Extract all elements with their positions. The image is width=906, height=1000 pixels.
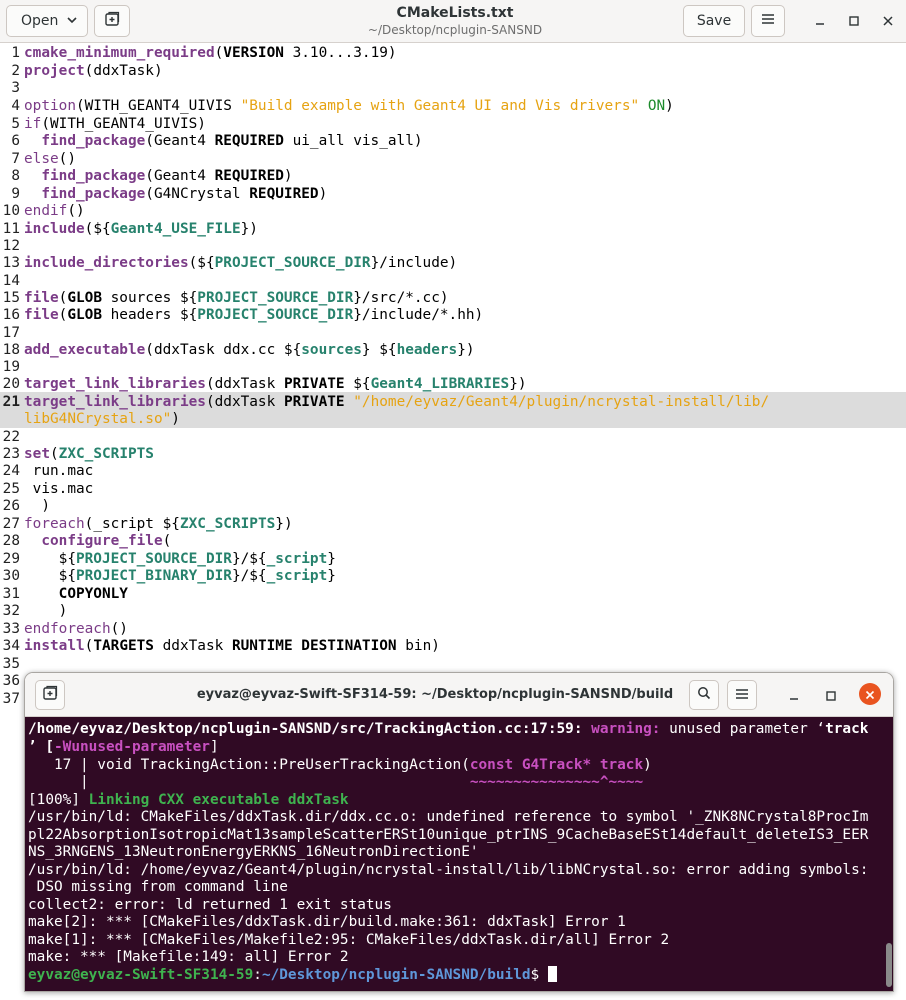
terminal-line: 17 | void TrackingAction::PreUserTrackin… [28,757,652,773]
terminal-line: pl22AbsorptionIsotropicMat13sampleScatte… [28,827,869,843]
terminal-close-button[interactable] [859,683,881,705]
code-line: option(WITH_GEANT4_UIVIS "Build example … [24,98,674,114]
terminal-title: eyvaz@eyvaz-Swift-SF314-59: ~/Desktop/nc… [196,687,674,702]
code-line: ${PROJECT_SOURCE_DIR}/${_script} [24,551,336,567]
code-line: if(WITH_GEANT4_UIVIS) [24,116,206,132]
maximize-icon [849,11,859,30]
terminal-line: /home/eyvaz/Desktop/ncplugin-SANSND/src/… [28,721,869,737]
open-button[interactable]: Open [6,5,88,37]
terminal-line: make[1]: *** [CMakeFiles/Makefile2:95: C… [28,932,670,948]
line-number: 35 [2,656,20,672]
code-line: ) [24,603,68,619]
code-line: configure_file( [41,533,172,549]
terminal-prompt[interactable]: eyvaz@eyvaz-Swift-SF314-59:~/Desktop/ncp… [28,966,557,984]
save-button[interactable]: Save [683,5,745,37]
code-line: file(GLOB headers ${PROJECT_SOURCE_DIR}/… [24,307,484,323]
line-number: 3 [11,80,20,96]
maximize-icon [826,686,836,705]
text-cursor [547,966,557,982]
code-line: include_directories(${PROJECT_SOURCE_DIR… [24,255,458,271]
code-line: find_package(Geant4 REQUIRED) [41,168,293,184]
close-icon [883,11,893,30]
line-number: 12 [2,238,20,254]
code-line: find_package(Geant4 REQUIRED ui_all vis_… [41,133,423,149]
open-button-label: Open [21,13,59,29]
code-line: cmake_minimum_required(VERSION 3.10...3.… [24,45,397,61]
line-number: 17 [2,325,20,341]
terminal-window[interactable]: eyvaz@eyvaz-Swift-SF314-59: ~/Desktop/nc… [24,672,894,992]
terminal-line: /usr/bin/ld: /home/eyvaz/Geant4/plugin/n… [28,862,869,878]
editor-headerbar: Open CMakeLists.txt ~/Desktop/ncplugin-S… [0,0,906,43]
terminal-output[interactable]: /home/eyvaz/Desktop/ncplugin-SANSND/src/… [25,717,893,991]
code-line: file(GLOB sources ${PROJECT_SOURCE_DIR}/… [24,290,449,306]
new-document-button[interactable] [94,5,130,37]
code-line: set(ZXC_SCRIPTS [24,446,154,462]
code-line: endforeach() [24,621,128,637]
menu-icon [761,13,775,29]
close-icon [865,685,875,704]
code-line: vis.mac [24,481,94,497]
terminal-line: make: *** [Makefile:149: all] Error 2 [28,949,349,965]
close-button[interactable] [876,8,900,32]
new-terminal-tab-button[interactable] [35,680,65,710]
terminal-line: ’ [-Wunused-parameter] [28,739,219,755]
code-line: foreach(_script ${ZXC_SCRIPTS}) [24,516,293,532]
terminal-maximize-button[interactable] [819,683,843,707]
terminal-line: [100%] Linking CXX executable ddxTask [28,792,349,808]
terminal-line: NS_3RNGENS_13NeutronEnergyERKNS_16Neutro… [28,844,479,860]
new-tab-icon [104,11,120,31]
minimize-icon [815,11,825,30]
code-line: ) [24,498,50,514]
document-path: ~/Desktop/ncplugin-SANSND [367,23,543,37]
code-line: run.mac [24,463,94,479]
text-editor[interactable]: 1 2 3 4 5 6 7 8 9 10 11 12 13 14 15 16 17 18 19 20 21 22 23 24 2… [0,44,906,707]
code-line: install(TARGETS ddxTask RUNTIME DESTINAT… [24,638,440,654]
code-line: else() [24,151,76,167]
line-number: 19 [2,359,20,375]
terminal-line: DSO missing from command line [28,879,288,895]
line-number: 22 [2,429,20,445]
terminal-line: | ~~~~~~~~~~~~~~~^~~~~ [28,774,644,790]
terminal-menu-button[interactable] [727,680,757,710]
document-title: CMakeLists.txt [396,5,514,21]
code-line: add_executable(ddxTask ddx.cc ${sources}… [24,342,475,358]
line-number: 14 [2,273,20,289]
terminal-line: make[2]: *** [CMakeFiles/ddxTask.dir/bui… [28,914,626,930]
menu-icon [735,686,749,704]
terminal-line: collect2: error: ld returned 1 exit stat… [28,897,392,913]
terminal-scrollbar[interactable] [886,943,892,987]
terminal-headerbar: eyvaz@eyvaz-Swift-SF314-59: ~/Desktop/nc… [25,673,893,717]
new-tab-icon [42,685,58,705]
terminal-minimize-button[interactable] [782,683,806,707]
code-line: COPYONLY [58,586,128,602]
terminal-search-button[interactable] [689,680,719,710]
code-line: target_link_libraries(ddxTask PRIVATE "/… [24,394,770,410]
code-line-wrapped: libG4NCrystal.so") [24,411,180,427]
code-line: project(ddxTask) [24,63,163,79]
minimize-icon [789,686,799,705]
search-icon [697,686,711,704]
hamburger-menu-button[interactable] [751,5,785,37]
terminal-line: /usr/bin/ld: CMakeFiles/ddxTask.dir/ddx.… [28,809,869,825]
code-line: include(${Geant4_USE_FILE}) [24,221,258,237]
code-line: endif() [24,203,85,219]
maximize-button[interactable] [842,8,866,32]
minimize-button[interactable] [808,8,832,32]
code-line: ${PROJECT_BINARY_DIR}/${_script} [24,568,336,584]
code-line: target_link_libraries(ddxTask PRIVATE ${… [24,376,527,392]
chevron-down-icon [66,14,78,30]
code-line: find_package(G4NCrystal REQUIRED) [41,186,328,202]
